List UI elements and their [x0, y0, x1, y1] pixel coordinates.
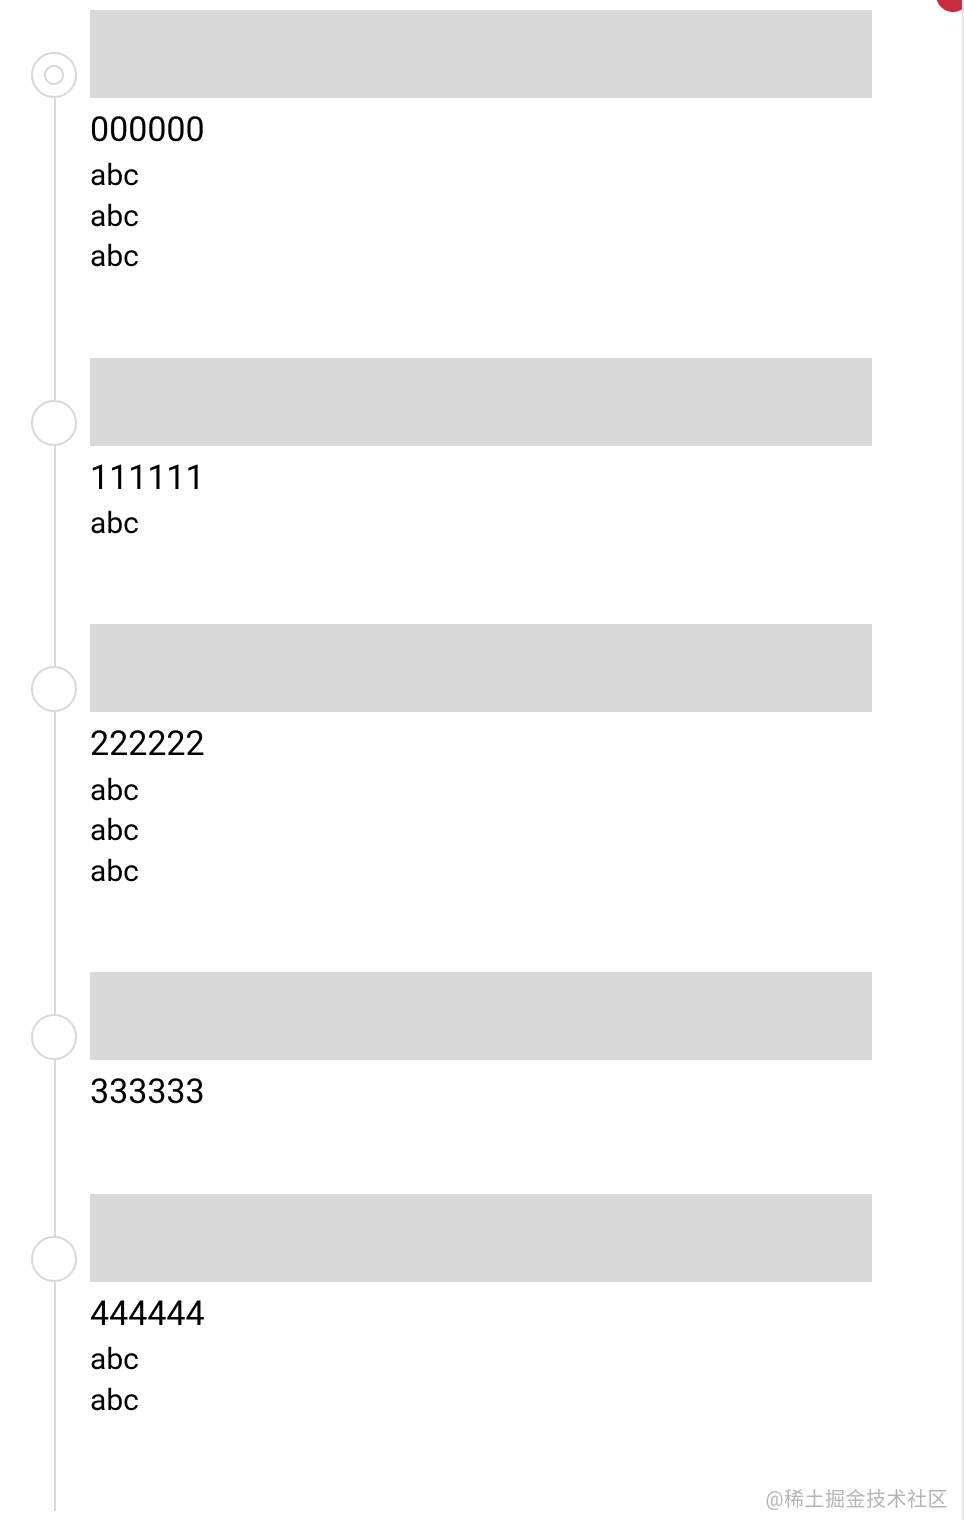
timeline-title: 444444	[90, 1292, 872, 1336]
watermark-text: @稀土掘金技术社区	[766, 1483, 948, 1512]
timeline-node-icon[interactable]	[31, 400, 77, 446]
timeline-line-text: abc	[90, 197, 872, 238]
timeline-title: 222222	[90, 722, 872, 766]
timeline-line-text: abc	[90, 1381, 872, 1422]
timeline-banner	[90, 358, 872, 446]
timeline-title: 111111	[90, 456, 872, 500]
timeline-banner	[90, 10, 872, 98]
timeline-line-text: abc	[90, 811, 872, 852]
timeline-item: 444444 abc abc	[90, 1194, 872, 1421]
timeline-line-text: abc	[90, 1340, 872, 1381]
timeline-line-text: abc	[90, 156, 872, 197]
timeline-item: 000000 abc abc abc	[90, 10, 872, 278]
timeline-node-icon[interactable]	[31, 666, 77, 712]
timeline-line-text: abc	[90, 504, 872, 545]
timeline-item: 111111 abc	[90, 358, 872, 545]
timeline-node-icon[interactable]	[31, 1236, 77, 1282]
timeline-banner	[90, 1194, 872, 1282]
timeline-title: 333333	[90, 1070, 872, 1114]
timeline-connector	[54, 64, 56, 1511]
timeline-line-text: abc	[90, 237, 872, 278]
timeline[interactable]: 000000 abc abc abc 111111 abc 222222 abc…	[0, 0, 962, 1511]
timeline-banner	[90, 972, 872, 1060]
timeline-item: 333333	[90, 972, 872, 1114]
timeline-line-text: abc	[90, 771, 872, 812]
timeline-banner	[90, 624, 872, 712]
app-viewport: 000000 abc abc abc 111111 abc 222222 abc…	[0, 0, 964, 1520]
timeline-item: 222222 abc abc abc	[90, 624, 872, 892]
timeline-node-icon[interactable]	[31, 1014, 77, 1060]
timeline-title: 000000	[90, 108, 872, 152]
timeline-line-text: abc	[90, 852, 872, 893]
timeline-node-icon[interactable]	[31, 52, 77, 98]
